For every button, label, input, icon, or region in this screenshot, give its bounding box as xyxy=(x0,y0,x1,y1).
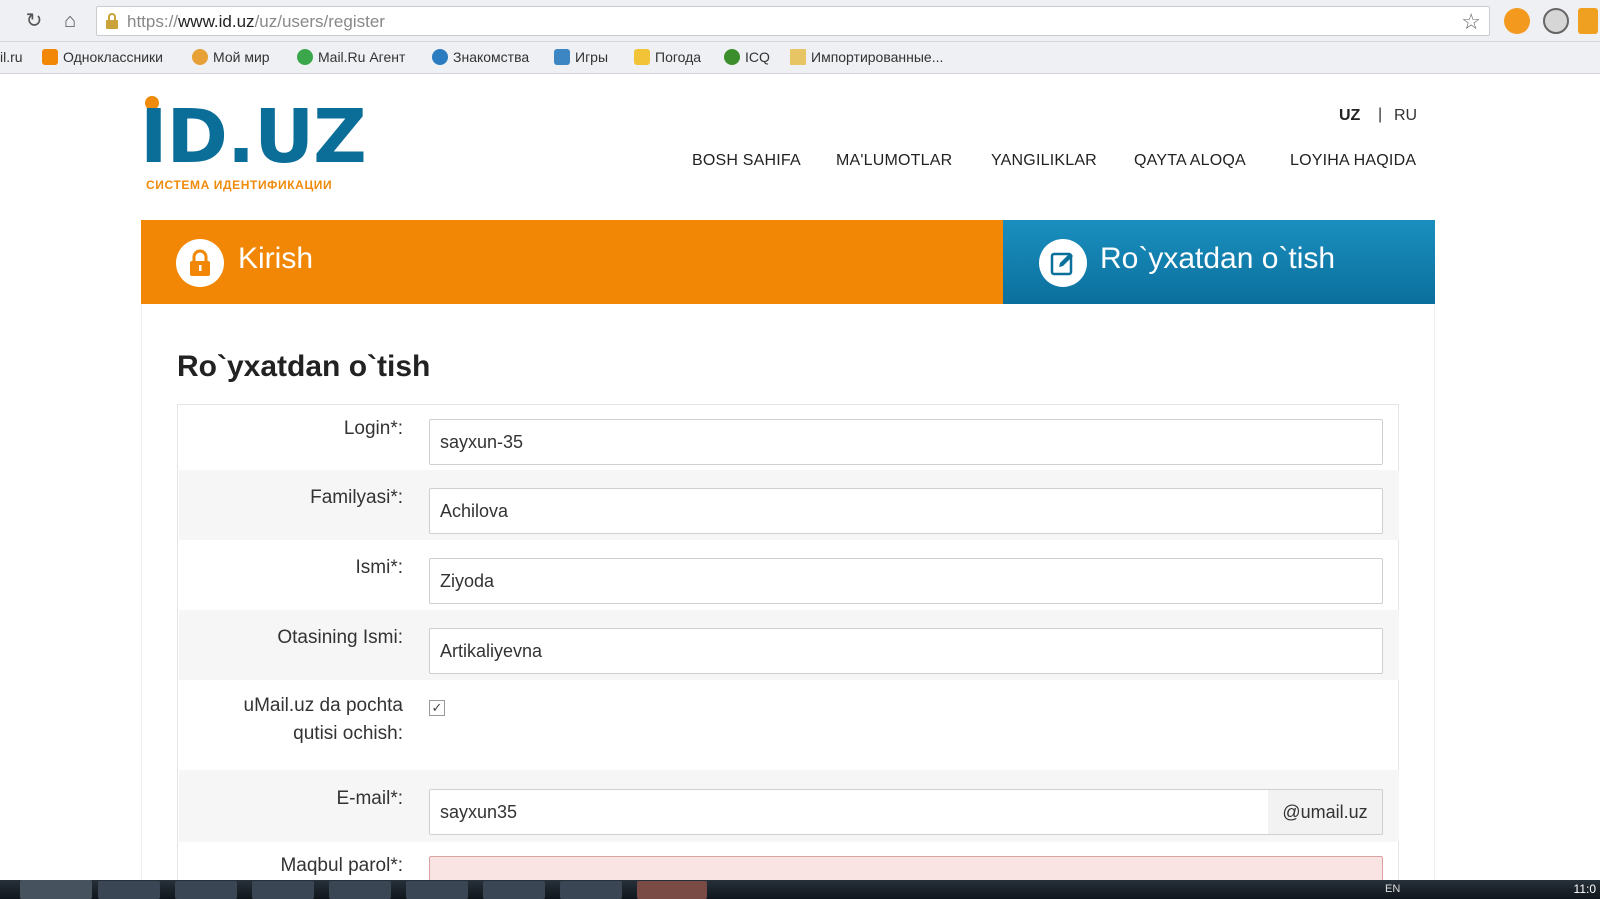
bookmark-moy-mir[interactable]: Мой мир xyxy=(192,49,270,65)
taskbar-clock: 11:0 xyxy=(1573,882,1596,896)
browser-toolbar: ↻ ⌂ https://www.id.uz/uz/users/register … xyxy=(0,0,1600,42)
bookmark-igry[interactable]: Игры xyxy=(554,49,608,65)
menu-loyiha-haqida[interactable]: LOYIHA HAQIDA xyxy=(1290,152,1416,170)
bookmark-star-icon[interactable]: ☆ xyxy=(1461,9,1481,35)
edit-icon xyxy=(1039,239,1087,287)
bookmark-mailru-agent[interactable]: Mail.Ru Агент xyxy=(297,49,405,65)
otasining-ismi-label: Otasining Ismi: xyxy=(277,627,403,648)
row-login: Login*: xyxy=(179,405,1399,470)
ismi-label: Ismi*: xyxy=(355,557,404,578)
row-password: Maqbul parol*: xyxy=(179,842,1399,885)
menu-qayta-aloqa[interactable]: QAYTA ALOQA xyxy=(1134,152,1246,170)
email-label: E-mail*: xyxy=(336,788,403,809)
moy-mir-icon xyxy=(192,49,208,65)
taskbar-word[interactable] xyxy=(560,881,622,899)
tab-login[interactable]: Kirish xyxy=(141,220,1003,312)
lock-icon xyxy=(176,239,224,287)
bookmark-znakomstva[interactable]: Знакомства xyxy=(432,49,529,65)
email-input[interactable] xyxy=(429,789,1269,835)
page-title: Ro`yxatdan o`tish xyxy=(177,350,431,383)
agent-icon xyxy=(297,49,313,65)
email-domain-addon: @umail.uz xyxy=(1268,789,1383,835)
otasining-ismi-input[interactable] xyxy=(429,628,1383,674)
umail-label-line2: qutisi ochish: xyxy=(293,723,403,744)
url-text: https://www.id.uz/uz/users/register xyxy=(127,12,385,31)
odnoklassniki-icon xyxy=(42,49,58,65)
logo-text: ID.UZ xyxy=(140,94,367,180)
password-label: Maqbul parol*: xyxy=(280,855,403,876)
site-logo[interactable]: ID.UZ СИСТЕМА ИДЕНТИФИКАЦИИ xyxy=(140,92,370,197)
row-familyasi: Familyasi*: xyxy=(179,470,1399,540)
registration-form: Login*: Familyasi*: Ismi*: Otasining Ism… xyxy=(177,404,1399,885)
mail-agent-icon[interactable] xyxy=(1543,8,1569,34)
games-icon xyxy=(554,49,570,65)
login-label: Login*: xyxy=(343,418,403,439)
lock-icon xyxy=(106,13,118,29)
menu-yangiliklar[interactable]: YANGILIKLAR xyxy=(991,152,1097,170)
home-icon[interactable]: ⌂ xyxy=(58,9,82,33)
icq-flower-icon xyxy=(724,49,740,65)
lang-separator: | xyxy=(1378,106,1383,123)
tab-register[interactable]: Ro`yxatdan o`tish xyxy=(1003,220,1435,304)
menu-bosh-sahifa[interactable]: BOSH SAHIFA xyxy=(692,152,801,170)
familyasi-input[interactable] xyxy=(429,488,1383,534)
bookmark-pogoda[interactable]: Погода xyxy=(634,49,701,65)
taskbar-app[interactable] xyxy=(406,881,468,899)
tab-register-label: Ro`yxatdan o`tish xyxy=(1100,242,1336,275)
weather-icon xyxy=(634,49,650,65)
tab-login-label: Kirish xyxy=(238,242,314,275)
os-taskbar: EN 11:0 xyxy=(0,880,1600,899)
bookmark-mailru[interactable]: il.ru xyxy=(0,49,23,65)
start-button[interactable] xyxy=(20,880,92,899)
taskbar-save[interactable] xyxy=(329,881,391,899)
taskbar-powerpoint[interactable] xyxy=(637,881,707,899)
row-umail: uMail.uz da pochta qutisi ochish: ✓ xyxy=(179,680,1399,770)
login-input[interactable] xyxy=(429,419,1383,465)
reload-icon[interactable]: ↻ xyxy=(22,9,46,33)
umail-label-line1: uMail.uz da pochta xyxy=(243,695,404,716)
menu-icon[interactable] xyxy=(1578,8,1598,34)
bookmark-imported[interactable]: Импортированные... xyxy=(790,49,943,65)
taskbar-lang[interactable]: EN xyxy=(1385,883,1400,895)
umail-checkbox[interactable]: ✓ xyxy=(429,700,445,716)
taskbar-media[interactable] xyxy=(175,881,237,899)
bookmarks-bar: il.ru Одноклассники Мой мир Mail.Ru Аген… xyxy=(0,42,1600,74)
address-bar[interactable]: https://www.id.uz/uz/users/register ☆ xyxy=(96,6,1490,36)
taskbar-excel[interactable] xyxy=(483,881,545,899)
ismi-input[interactable] xyxy=(429,558,1383,604)
folder-icon xyxy=(790,49,806,65)
taskbar-explorer[interactable] xyxy=(98,881,160,899)
lang-uz[interactable]: UZ xyxy=(1339,107,1360,125)
logo-subtitle: СИСТЕМА ИДЕНТИФИКАЦИИ xyxy=(146,178,333,192)
row-email: E-mail*: @umail.uz xyxy=(179,770,1399,842)
familyasi-label: Familyasi*: xyxy=(310,487,403,508)
menu-malumotlar[interactable]: MA'LUMOTLAR xyxy=(836,152,952,170)
at-icon xyxy=(432,49,448,65)
row-otasining-ismi: Otasining Ismi: xyxy=(179,610,1399,680)
extension-icon[interactable] xyxy=(1504,8,1530,34)
taskbar-chrome[interactable] xyxy=(252,881,314,899)
bookmark-icq[interactable]: ICQ xyxy=(724,49,770,65)
lang-ru[interactable]: RU xyxy=(1394,107,1417,125)
row-ismi: Ismi*: xyxy=(179,540,1399,610)
bookmark-odnoklassniki[interactable]: Одноклассники xyxy=(42,49,163,65)
